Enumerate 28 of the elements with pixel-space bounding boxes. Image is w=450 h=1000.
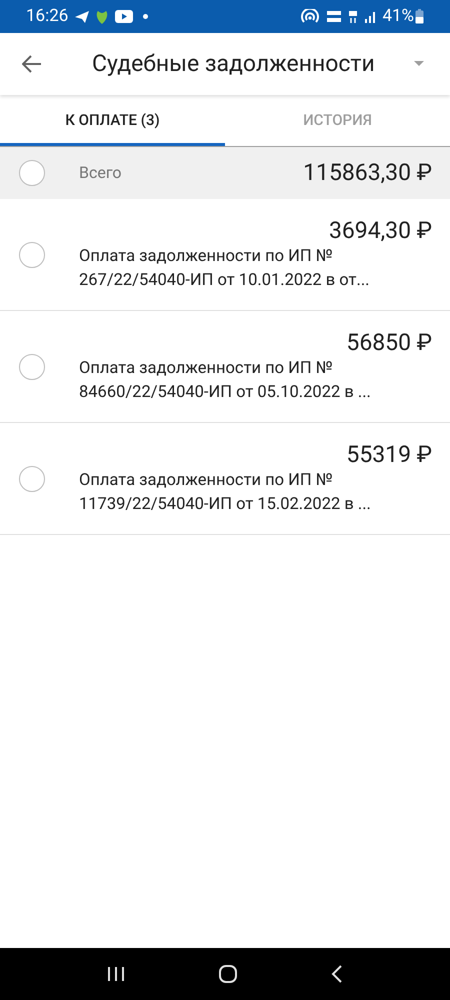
battery-percent: 41% bbox=[382, 4, 414, 28]
debt-description-line: 11739/22/54040-ИП от 15.02.2022 в ... bbox=[79, 494, 372, 516]
page-title: Судебные задолженности bbox=[92, 48, 375, 79]
radio-button[interactable] bbox=[19, 354, 45, 380]
dot-icon bbox=[143, 14, 148, 19]
debt-amount: 3694,30 ₽ bbox=[328, 216, 432, 244]
recent-apps-icon[interactable] bbox=[106, 966, 125, 982]
debt-description-line: Оплата задолженности по ИП № bbox=[79, 246, 334, 268]
video-icon bbox=[115, 10, 134, 23]
back-icon[interactable] bbox=[331, 965, 344, 983]
debt-amount: 55319 ₽ bbox=[346, 440, 432, 468]
radio-button[interactable] bbox=[19, 160, 45, 186]
total-label: Всего bbox=[79, 162, 122, 184]
debt-description-line: 84660/22/54040-ИП от 05.10.2022 в ... bbox=[79, 382, 372, 404]
back-arrow-icon bbox=[22, 55, 42, 73]
debt-description-line: 267/22/54040-ИП от 10.01.2022 в от... bbox=[79, 270, 371, 292]
total-amount: 115863,30 ₽ bbox=[303, 158, 432, 188]
debt-description-line: Оплата задолженности по ИП № bbox=[79, 358, 334, 380]
send-icon bbox=[74, 10, 90, 24]
status-time: 16:26 bbox=[26, 4, 68, 28]
radio-button[interactable] bbox=[19, 466, 45, 492]
debt-description-line: Оплата задолженности по ИП № bbox=[79, 470, 334, 492]
battery-icon bbox=[415, 9, 424, 24]
debt-amount: 56850 ₽ bbox=[346, 328, 432, 356]
radio-button[interactable] bbox=[19, 242, 45, 268]
dropdown-caret-icon[interactable] bbox=[414, 61, 424, 67]
hotspot-icon bbox=[301, 8, 320, 24]
home-icon[interactable] bbox=[218, 964, 238, 984]
